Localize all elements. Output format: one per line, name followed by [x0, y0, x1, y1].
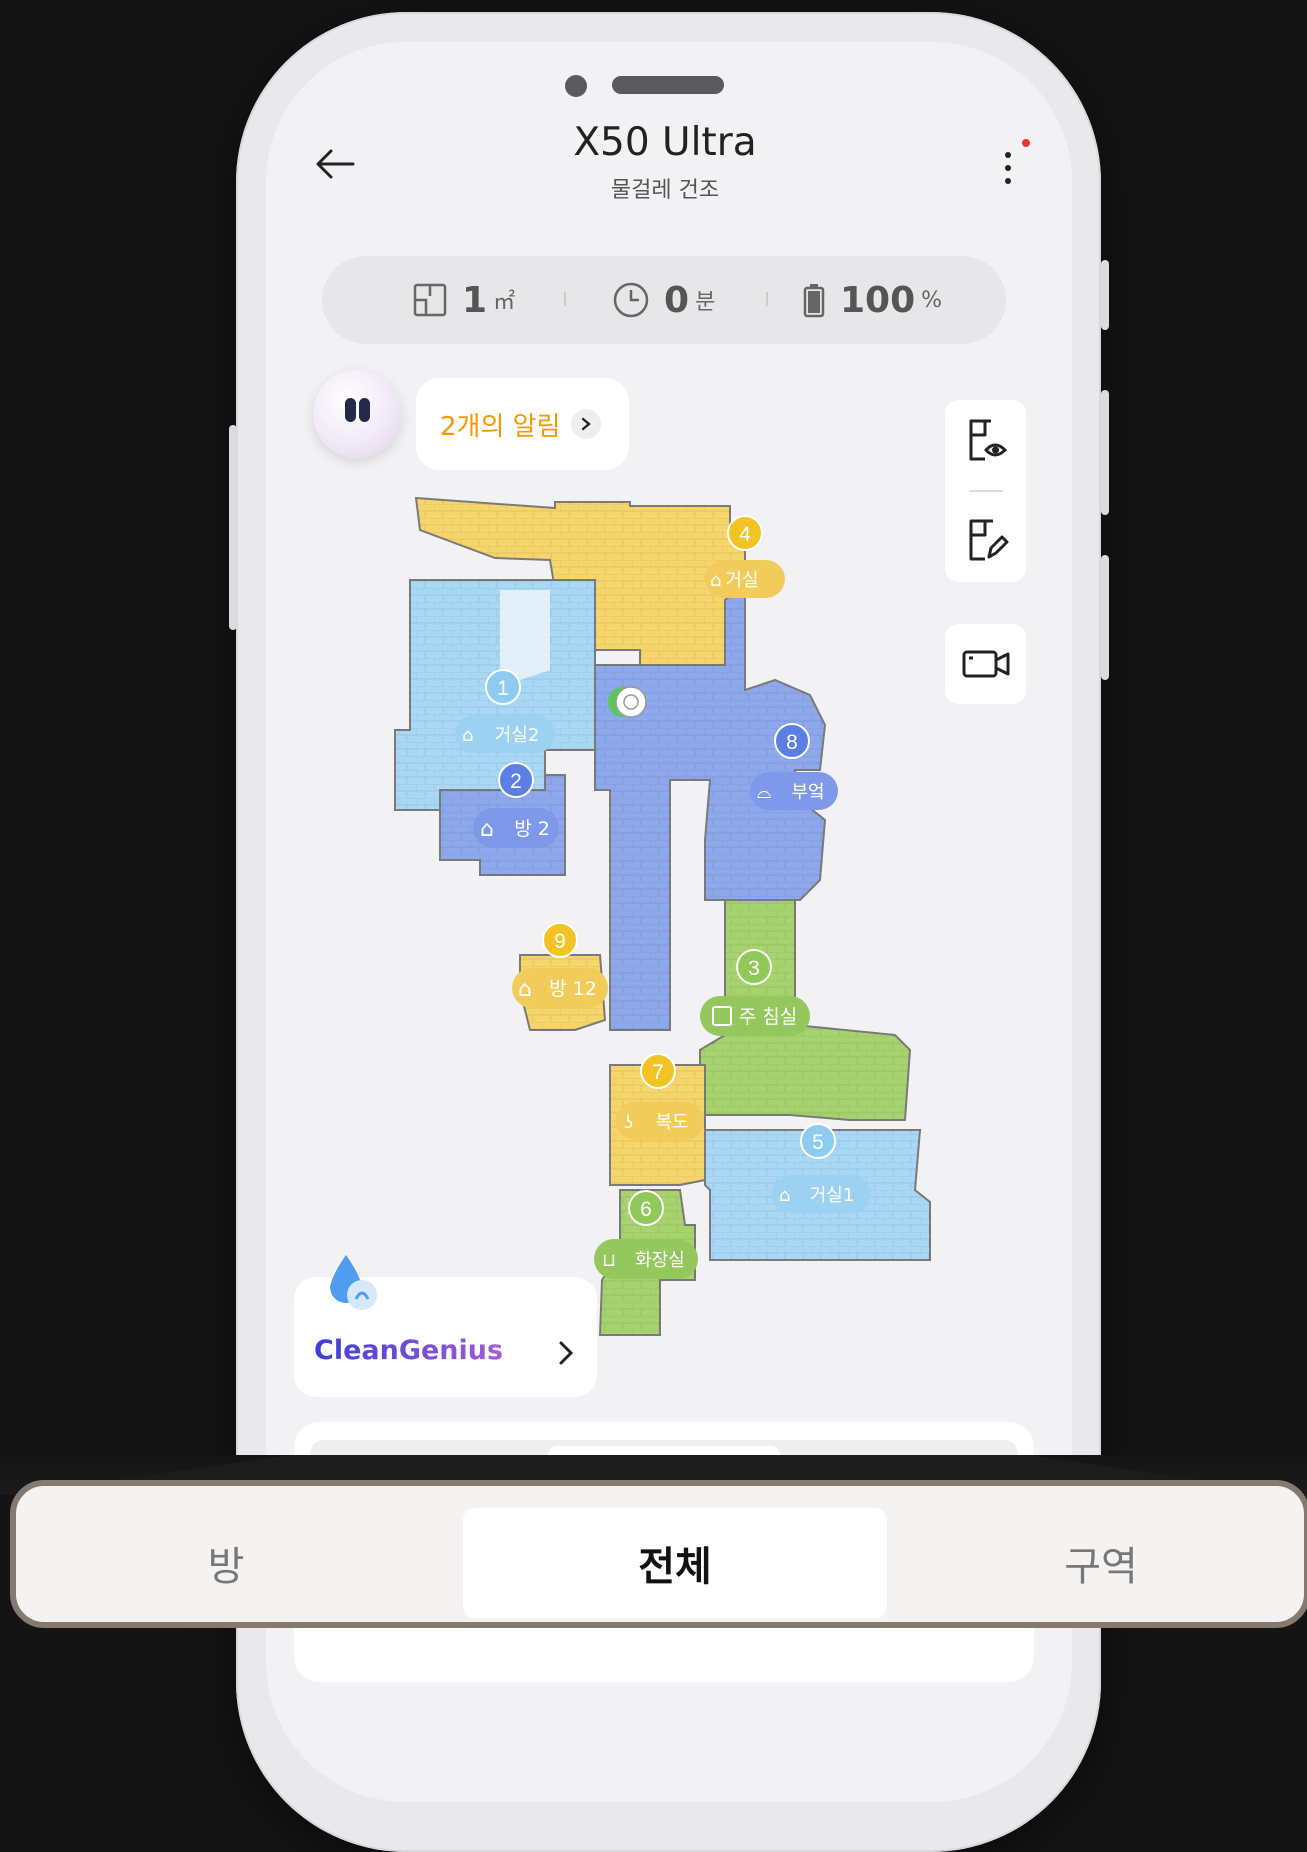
- sofa-icon: ⌂: [710, 570, 721, 591]
- stat-time: 0 분: [612, 274, 715, 326]
- chevron-right-icon: [559, 1341, 574, 1365]
- area-unit: ㎡: [493, 290, 516, 315]
- svg-text:9: 9: [554, 930, 566, 953]
- svg-text:거실1: 거실1: [810, 1185, 855, 1206]
- notifications-button[interactable]: 2개의 알림: [416, 378, 629, 470]
- svg-text:8: 8: [786, 731, 798, 754]
- avatar-eye: [345, 398, 356, 422]
- footprint-icon: ʖ: [624, 1112, 633, 1133]
- stat-battery: 100 %: [802, 274, 942, 326]
- sofa-icon: ⌂: [462, 725, 473, 746]
- device-title: X50 Ultra: [573, 120, 757, 165]
- svg-text:2: 2: [510, 770, 522, 793]
- battery-unit: %: [921, 287, 943, 313]
- avatar-eye: [359, 398, 370, 422]
- svg-text:방 2: 방 2: [514, 818, 550, 840]
- stat-area: 1 ㎡: [412, 274, 515, 326]
- home-icon: ⌂: [518, 977, 532, 1002]
- tab-room[interactable]: 방: [46, 1508, 406, 1618]
- svg-text:3: 3: [748, 957, 760, 980]
- notification-dot: [1022, 139, 1030, 147]
- svg-text:거실2: 거실2: [495, 725, 540, 746]
- device-status: 물걸레 건조: [610, 178, 720, 203]
- svg-text:1: 1: [497, 677, 509, 700]
- assistant-avatar[interactable]: [313, 370, 401, 458]
- phone-side-button: [229, 425, 237, 630]
- earpiece-speaker: [612, 76, 724, 94]
- svg-text:6: 6: [640, 1198, 652, 1221]
- divider: [969, 490, 1003, 492]
- svg-text:화장실: 화장실: [635, 1250, 685, 1271]
- clock-icon: [613, 282, 649, 318]
- cloche-icon: ⌓: [757, 782, 771, 803]
- front-camera: [565, 75, 587, 97]
- svg-text:5: 5: [812, 1131, 824, 1154]
- mode-tabs: 방 전체 구역: [10, 1480, 1307, 1628]
- divider: [766, 292, 768, 306]
- clean-genius-label: CleanGenius: [314, 1335, 504, 1366]
- tab-zone[interactable]: 구역: [916, 1508, 1286, 1618]
- clean-genius-button[interactable]: CleanGenius: [294, 1255, 597, 1397]
- map-view-icon: [969, 419, 1007, 461]
- sofa-icon: ⌂: [779, 1185, 790, 1206]
- back-button[interactable]: [313, 142, 357, 186]
- svg-text:방 12: 방 12: [549, 978, 597, 1000]
- notifications-label: 2개의 알림: [440, 411, 561, 442]
- floor-map[interactable]: 4 거실 ⌂ 1 거실2 ⌂ 2 방 2 ⌂ 8 부엌 ⌓ 9 방 12 ⌂ 3…: [380, 490, 960, 1340]
- map-view-button[interactable]: [945, 400, 1026, 480]
- time-value: 0: [664, 279, 690, 321]
- svg-text:주 침실: 주 침실: [739, 1006, 797, 1028]
- area-value: 1: [462, 279, 488, 321]
- stats-bar: 1 ㎡ 0 분 100 %: [322, 256, 1006, 344]
- svg-text:7: 7: [652, 1061, 664, 1084]
- more-menu-button[interactable]: [994, 138, 1030, 188]
- time-unit: 분: [695, 290, 716, 315]
- tab-all[interactable]: 전체: [463, 1508, 887, 1618]
- chevron-right-icon: [570, 409, 601, 439]
- svg-text:부엌: 부엌: [791, 782, 824, 803]
- svg-text:거실: 거실: [725, 570, 758, 591]
- area-icon: [413, 283, 447, 317]
- phone-side-button: [1101, 390, 1109, 515]
- water-drop-icon: [330, 1255, 377, 1310]
- divider: [564, 292, 566, 306]
- home-icon: ⌂: [480, 817, 494, 842]
- video-camera-icon: [962, 650, 1009, 678]
- phone-side-button: [1101, 555, 1109, 680]
- battery-value: 100: [840, 279, 916, 321]
- arrow-left-icon: [316, 149, 355, 179]
- battery-icon: [803, 284, 825, 318]
- more-vertical-icon: [1005, 139, 1030, 184]
- robot-position[interactable]: [608, 686, 647, 718]
- svg-text:4: 4: [739, 523, 751, 546]
- toilet-icon: ⊔: [602, 1250, 616, 1271]
- svg-text:복도: 복도: [655, 1112, 688, 1133]
- map-edit-icon: [969, 519, 1008, 561]
- phone-side-button: [1101, 260, 1109, 330]
